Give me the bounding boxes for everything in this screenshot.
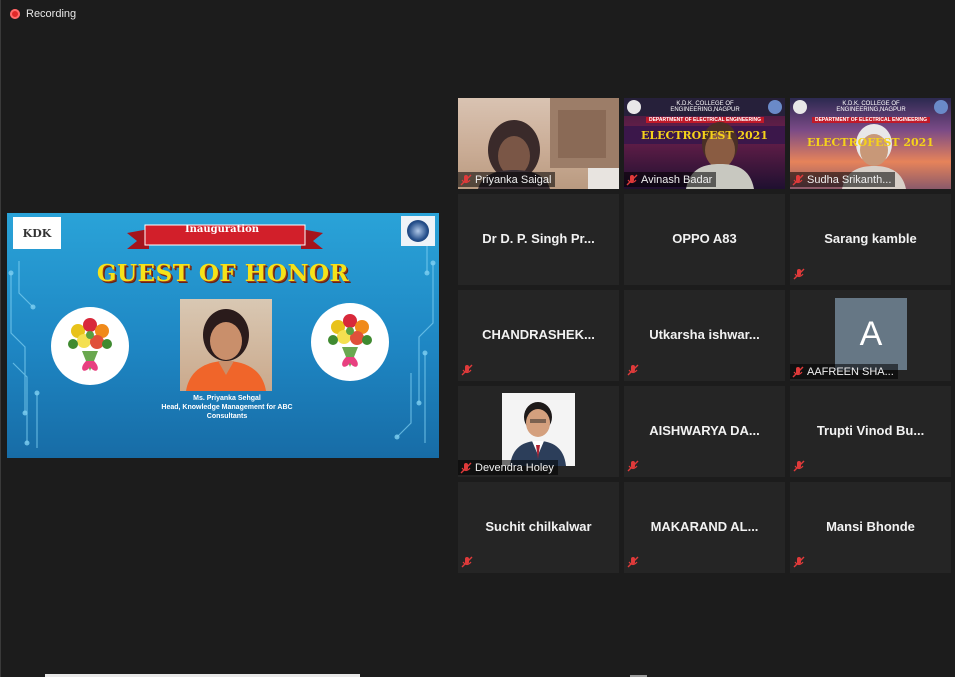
banner-event: ELECTROFEST 2021 [807, 136, 934, 149]
participant-tile[interactable]: Trupti Vinod Bu... [790, 386, 951, 477]
participant-name: Mansi Bhonde [826, 519, 915, 534]
participant-name: Suchit chilkalwar [485, 519, 592, 534]
participant-name: Devendra Holey [475, 461, 554, 474]
speaker-photo [180, 299, 272, 391]
participant-label: Priyanka Saigal [458, 172, 556, 187]
banner-college: K.D.K. COLLEGE OF ENGINEERING,NAGPUR [670, 101, 740, 113]
participant-name: OPPO A83 [672, 231, 737, 246]
speaker-name: Ms. Priyanka Sehgal [193, 395, 261, 402]
window-edge [0, 0, 1, 677]
participant-tile[interactable]: Utkarsha ishwar... [624, 290, 785, 381]
mic-muted-icon [793, 268, 807, 282]
participant-tile[interactable]: AISHWARYA DA... [624, 386, 785, 477]
banner-college: K.D.K. COLLEGE OF ENGINEERING,NAGPUR [836, 101, 906, 113]
institute-emblem-icon [401, 216, 435, 246]
recording-label: Recording [26, 8, 77, 20]
mic-muted-icon [793, 460, 807, 474]
participant-tile[interactable]: Sarang kamble [790, 194, 951, 285]
participant-name: Trupti Vinod Bu... [816, 423, 925, 438]
participant-name: Priyanka Saigal [475, 173, 552, 186]
participant-name: Avinash Badar [641, 173, 713, 186]
banner-event: ELECTROFEST 2021 [641, 129, 768, 142]
mic-muted-icon [793, 556, 807, 570]
participant-tile[interactable]: A AAFREEN SHA... [790, 290, 951, 381]
shared-screen[interactable]: KDK Inauguration GUEST OF HONOR Ms. Priy… [7, 213, 439, 458]
banner-dept: DEPARTMENT OF ELECTRICAL ENGINEERING [648, 117, 762, 123]
participant-name: MAKARAND AL... [650, 519, 759, 534]
bouquet-right-icon [311, 303, 389, 381]
participant-label: AAFREEN SHA... [790, 364, 898, 379]
speaker-caption: Ms. Priyanka Sehgal Head, Knowledge Mana… [117, 394, 337, 421]
mic-muted-icon [461, 556, 475, 570]
participant-name: Dr D. P. Singh Pr... [482, 231, 595, 246]
recording-indicator[interactable]: Recording [10, 6, 76, 22]
participant-tile[interactable]: Suchit chilkalwar [458, 482, 619, 573]
ribbon-label: Inauguration [184, 224, 260, 235]
participant-name: Utkarsha ishwar... [649, 327, 760, 342]
mic-muted-icon [792, 174, 804, 186]
avatar [502, 393, 575, 466]
avatar: A [835, 298, 907, 370]
speaker-org: Consultants [206, 413, 248, 420]
banner-dept: DEPARTMENT OF ELECTRICAL ENGINEERING [814, 117, 928, 123]
mic-muted-icon [627, 556, 641, 570]
participant-label: Sudha Srikanth... [790, 172, 896, 187]
mic-muted-icon [627, 460, 641, 474]
participant-tile[interactable]: MAKARAND AL... [624, 482, 785, 573]
participant-name: AAFREEN SHA... [807, 365, 894, 378]
college-logo: KDK [13, 217, 61, 249]
participant-tile[interactable]: Devendra Holey [458, 386, 619, 477]
participant-tile[interactable]: CHANDRASHEK... [458, 290, 619, 381]
participant-name: Sudha Srikanth... [807, 173, 892, 186]
participant-label: Devendra Holey [458, 460, 558, 475]
mic-muted-icon [626, 174, 638, 186]
mic-muted-icon [460, 174, 472, 186]
slide-headline: GUEST OF HONOR [96, 260, 350, 287]
participant-label: Avinash Badar [624, 172, 717, 187]
bouquet-left-icon [51, 307, 129, 385]
participant-name: CHANDRASHEK... [482, 327, 595, 342]
participant-tile[interactable]: OPPO A83 [624, 194, 785, 285]
mic-muted-icon [792, 366, 804, 378]
mic-muted-icon [460, 462, 472, 474]
participant-tile[interactable]: Dr D. P. Singh Pr... [458, 194, 619, 285]
participant-name: Sarang kamble [824, 231, 917, 246]
participant-tile[interactable]: Mansi Bhonde [790, 482, 951, 573]
mic-muted-icon [461, 364, 475, 378]
participant-name: AISHWARYA DA... [649, 423, 760, 438]
record-dot-icon [10, 9, 20, 19]
speaker-title: Head, Knowledge Management for ABC [161, 404, 293, 411]
video-tile[interactable]: K.D.K. COLLEGE OF ENGINEERING,NAGPUR DEP… [790, 98, 951, 189]
video-tile[interactable]: Priyanka Saigal [458, 98, 619, 189]
video-tile[interactable]: K.D.K. COLLEGE OF ENGINEERING,NAGPUR DEP… [624, 98, 785, 189]
mic-muted-icon [627, 364, 641, 378]
